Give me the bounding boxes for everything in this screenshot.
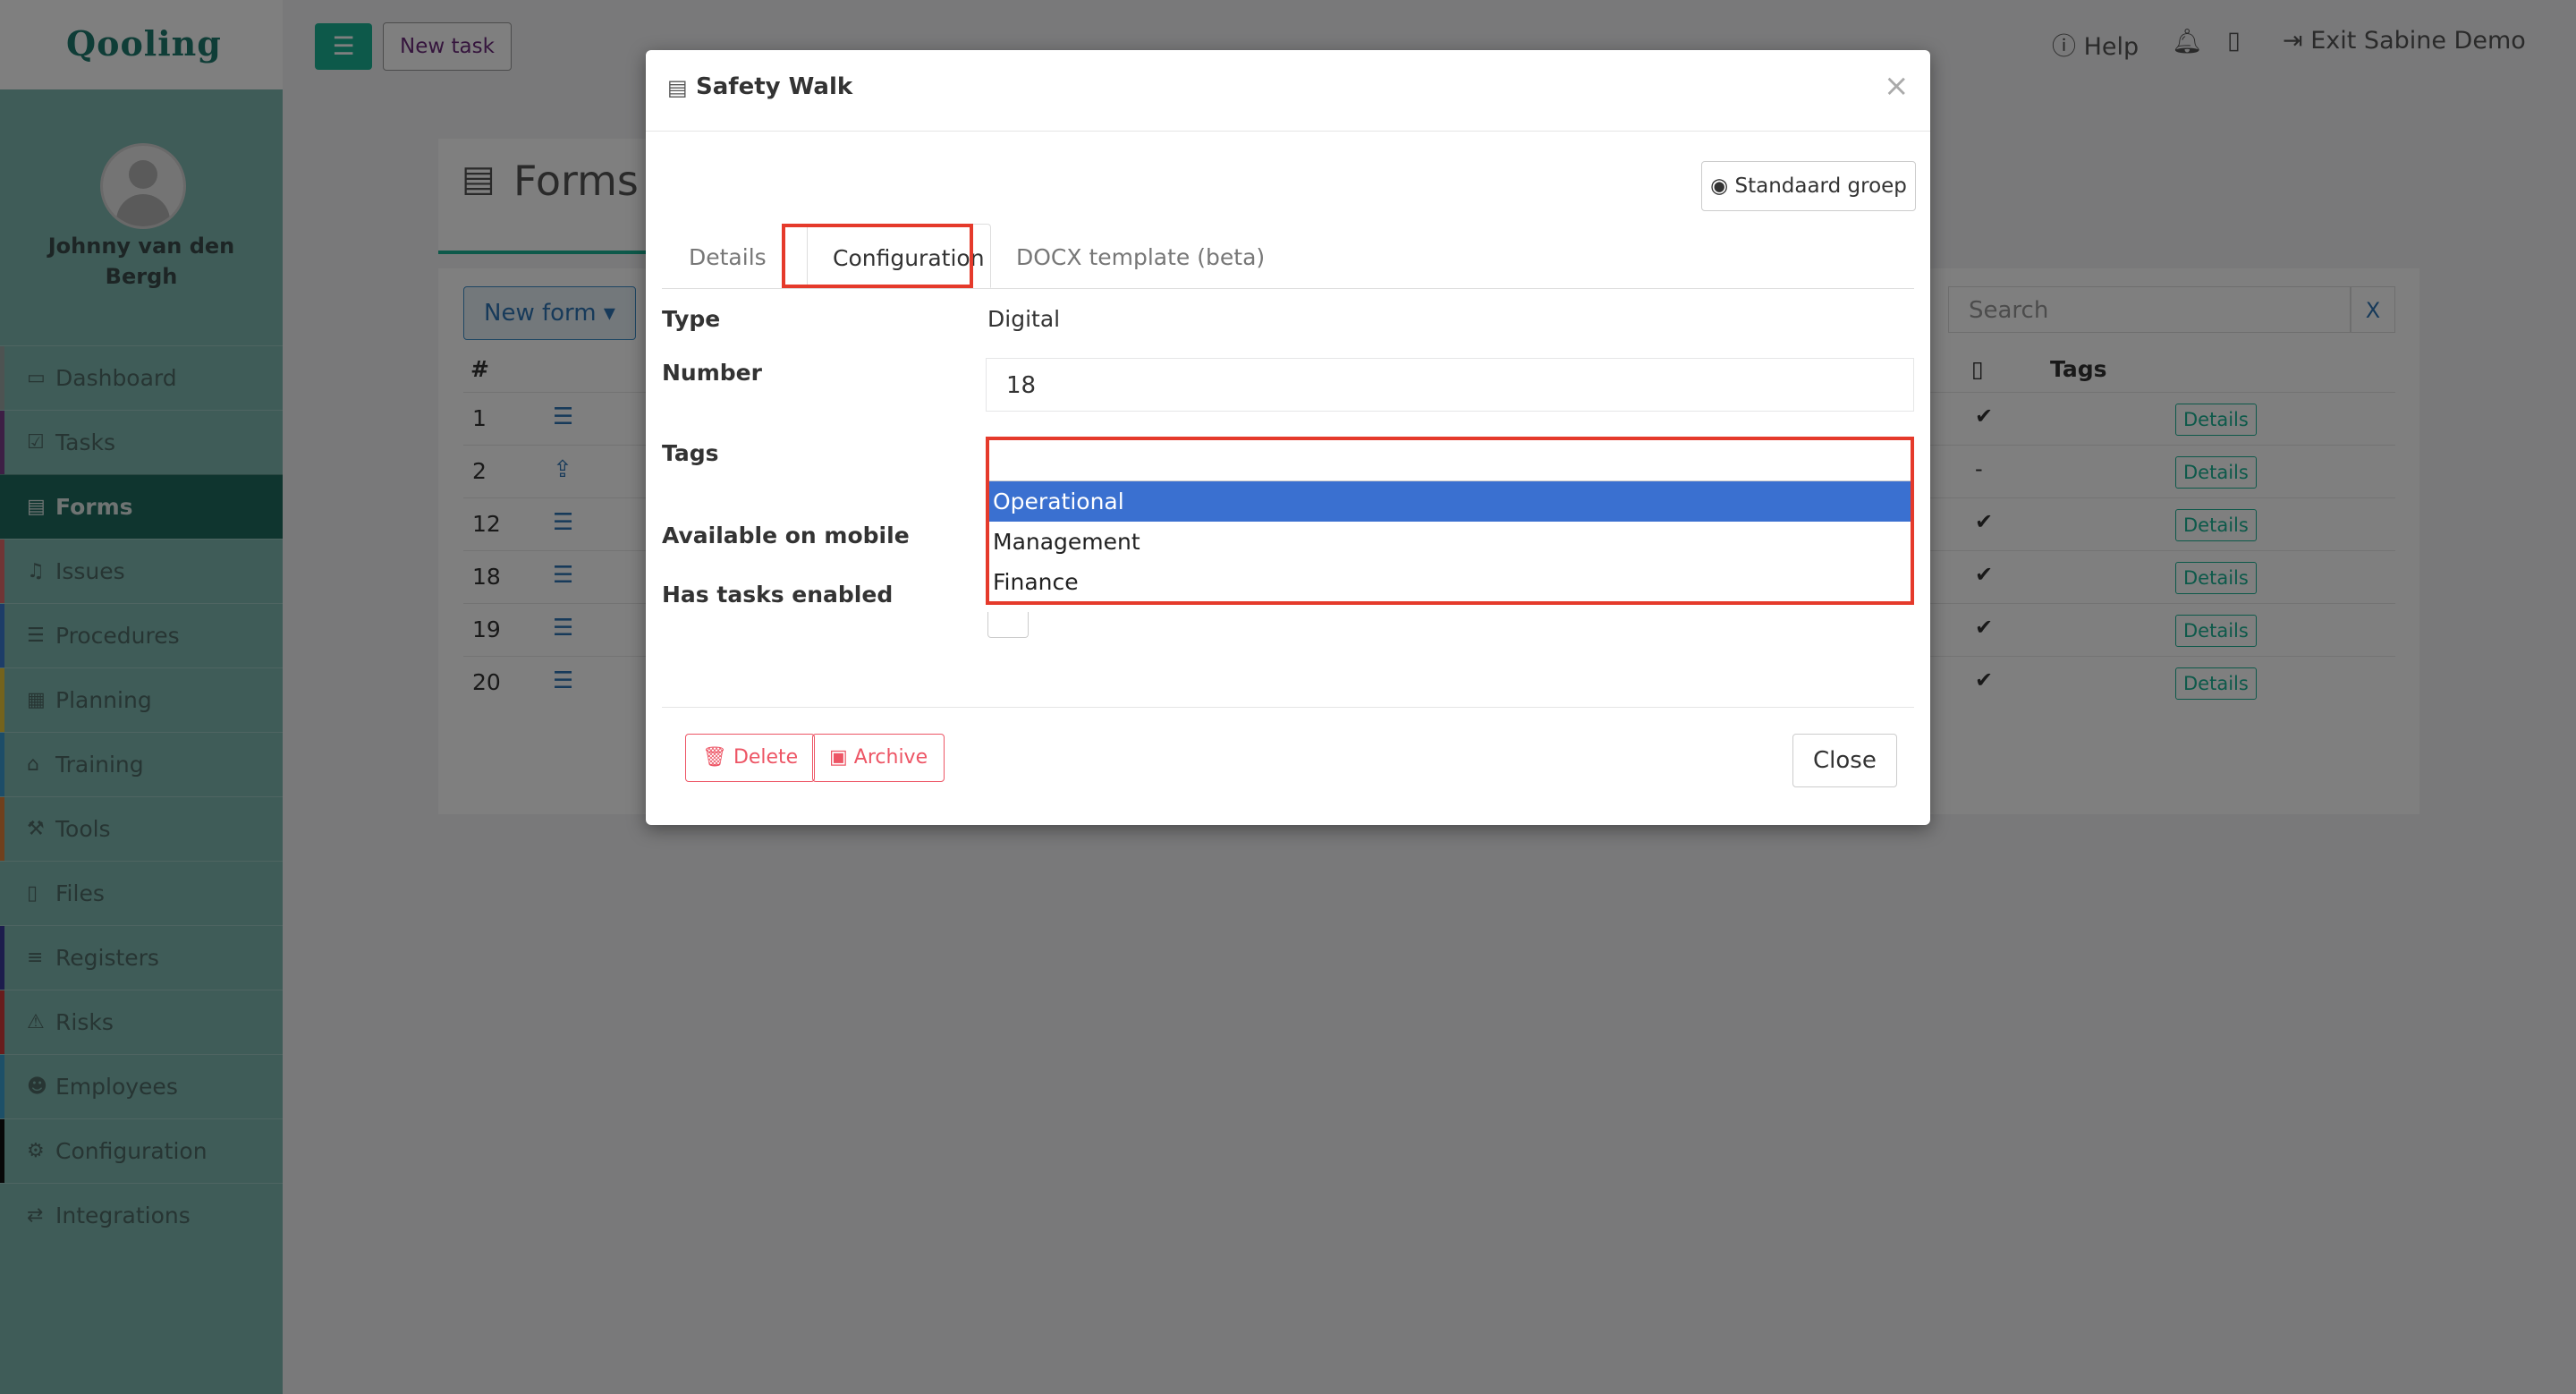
document-icon: ▤	[667, 75, 688, 100]
form-settings-modal: ▤ Safety Walk × ◉ Standaard groep Detail…	[646, 50, 1930, 825]
tags-input[interactable]	[987, 437, 1912, 481]
tag-option-finance[interactable]: Finance	[987, 562, 1912, 602]
delete-label: Delete	[733, 746, 799, 769]
tag-option-management[interactable]: Management	[987, 522, 1912, 562]
archive-button[interactable]: ▣ Archive	[812, 734, 945, 782]
trash-icon: 🗑︎	[702, 746, 727, 769]
tasks-label: Has tasks enabled	[662, 582, 894, 608]
type-label: Type	[662, 306, 721, 332]
archive-label: Archive	[853, 746, 928, 769]
type-value: Digital	[987, 306, 1061, 332]
number-label: Number	[662, 360, 762, 386]
tab-docx-template[interactable]: DOCX template (beta)	[1016, 224, 1265, 288]
group-label: Standaard groep	[1734, 174, 1907, 198]
mobile-label: Available on mobile	[662, 523, 910, 548]
modal-title: Safety Walk	[696, 73, 853, 100]
eye-icon: ◉	[1710, 174, 1729, 198]
archive-icon: ▣	[829, 746, 848, 769]
tags-label: Tags	[662, 440, 719, 466]
modal-footer-divider	[662, 707, 1914, 708]
tags-options-list: Operational Management Finance	[987, 481, 1912, 602]
tag-option-operational[interactable]: Operational	[987, 481, 1912, 522]
number-field[interactable]: 18	[986, 358, 1914, 412]
close-button[interactable]: Close	[1792, 734, 1897, 787]
tab-configuration[interactable]: Configuration	[807, 224, 991, 288]
modal-header: ▤ Safety Walk ×	[646, 50, 1930, 132]
group-visibility-button[interactable]: ◉ Standaard groep	[1701, 161, 1916, 211]
modal-tabs: Details Configuration DOCX template (bet…	[662, 224, 1914, 289]
tags-select[interactable]: Operational Management Finance	[987, 437, 1912, 651]
tab-details[interactable]: Details	[689, 224, 767, 288]
delete-button[interactable]: 🗑︎ Delete	[685, 734, 816, 782]
close-icon[interactable]: ×	[1884, 68, 1910, 104]
